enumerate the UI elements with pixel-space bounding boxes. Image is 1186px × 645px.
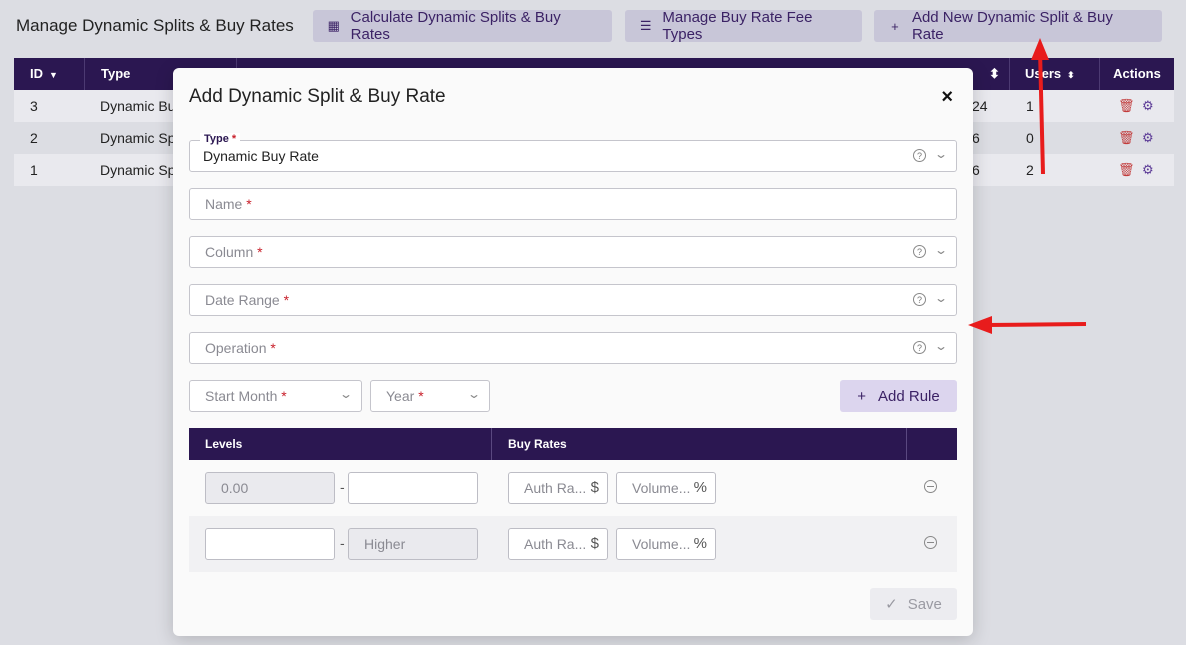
dollar-icon: $ — [590, 535, 599, 552]
delete-icon[interactable]: 🗑 — [1118, 98, 1135, 114]
auth-rate-input[interactable]: Auth Ra... $ — [508, 472, 608, 504]
column-id[interactable]: ID ▼ — [14, 58, 85, 90]
sort-desc-icon: ▼ — [49, 70, 58, 80]
percent-icon: % — [693, 535, 707, 552]
year-select[interactable]: Year * ⌄ — [370, 380, 490, 412]
add-new-button[interactable]: + Add New Dynamic Split & Buy Rate — [874, 9, 1162, 43]
sliders-icon: ☰ — [639, 18, 652, 33]
auth-rate-input[interactable]: Auth Ra... $ — [508, 528, 608, 560]
annotation-arrow-up — [1031, 38, 1049, 175]
type-select[interactable]: Type * Dynamic Buy Rate ? ⌄ — [189, 133, 957, 172]
plus-icon: + — [891, 18, 899, 34]
level-to-input: Higher — [348, 528, 478, 560]
operation-select[interactable]: Operation * ? ⌄ — [189, 332, 957, 364]
chevron-down-icon: ⌄ — [933, 291, 949, 305]
manage-fee-types-button[interactable]: ☰ Manage Buy Rate Fee Types — [625, 9, 862, 43]
volume-input[interactable]: Volume...% — [616, 472, 716, 504]
chevron-down-icon: ⌄ — [466, 387, 482, 401]
save-button[interactable]: ✓ Save — [870, 588, 957, 620]
type-value: Dynamic Buy Rate — [203, 148, 319, 164]
modal-title: Add Dynamic Split & Buy Rate — [189, 86, 446, 107]
chevron-down-icon: ⌄ — [338, 387, 354, 401]
name-field[interactable]: Name * — [189, 188, 957, 220]
levels-table-header: Levels Buy Rates — [189, 428, 957, 460]
type-label: Type * — [200, 133, 241, 145]
column-select[interactable]: Column * ? ⌄ — [189, 236, 957, 268]
level-from-input[interactable] — [205, 528, 335, 560]
calculator-icon: ▦ — [327, 18, 340, 33]
delete-icon[interactable]: 🗑 — [1118, 162, 1135, 178]
close-icon[interactable]: × — [941, 86, 953, 109]
add-split-modal: Add Dynamic Split & Buy Rate × Type * Dy… — [173, 68, 973, 636]
plus-icon: + — [857, 387, 867, 405]
gear-icon[interactable]: ⚙ — [1142, 98, 1154, 114]
gear-icon[interactable]: ⚙ — [1142, 130, 1154, 146]
level-row: - Higher Auth Ra... $ Volume...% — [189, 516, 957, 572]
gear-icon[interactable]: ⚙ — [1142, 162, 1154, 178]
level-row: 0.00 - Auth Ra... $ Volume...% — [189, 460, 957, 516]
chevron-down-icon: ⌄ — [933, 147, 949, 161]
column-actions: Actions — [1113, 66, 1161, 81]
annotation-arrow-left — [968, 316, 1087, 334]
help-icon[interactable]: ? — [913, 149, 926, 162]
check-icon: ✓ — [885, 596, 898, 613]
remove-row-icon[interactable] — [924, 480, 937, 493]
delete-icon[interactable]: 🗑 — [1118, 130, 1135, 146]
help-icon[interactable]: ? — [913, 245, 926, 258]
page-title: Manage Dynamic Splits & Buy Rates — [16, 16, 294, 35]
chevron-down-icon: ⌄ — [933, 243, 949, 257]
date-range-select[interactable]: Date Range * ? ⌄ — [189, 284, 957, 316]
add-rule-button[interactable]: + Add Rule — [840, 380, 957, 412]
dollar-icon: $ — [590, 479, 599, 496]
chevron-down-icon: ⌄ — [933, 339, 949, 353]
calculate-button[interactable]: ▦ Calculate Dynamic Splits & Buy Rates — [313, 9, 612, 43]
start-month-select[interactable]: Start Month * ⌄ — [189, 380, 362, 412]
level-to-input[interactable] — [348, 472, 478, 504]
percent-icon: % — [693, 479, 707, 496]
sort-icon: ⬍ — [1067, 70, 1075, 80]
help-icon[interactable]: ? — [913, 293, 926, 306]
help-icon[interactable]: ? — [913, 341, 926, 354]
remove-row-icon[interactable] — [924, 536, 937, 549]
volume-input[interactable]: Volume...% — [616, 528, 716, 560]
sort-icon[interactable]: ⬍ — [980, 58, 1010, 90]
level-from-input: 0.00 — [205, 472, 335, 504]
